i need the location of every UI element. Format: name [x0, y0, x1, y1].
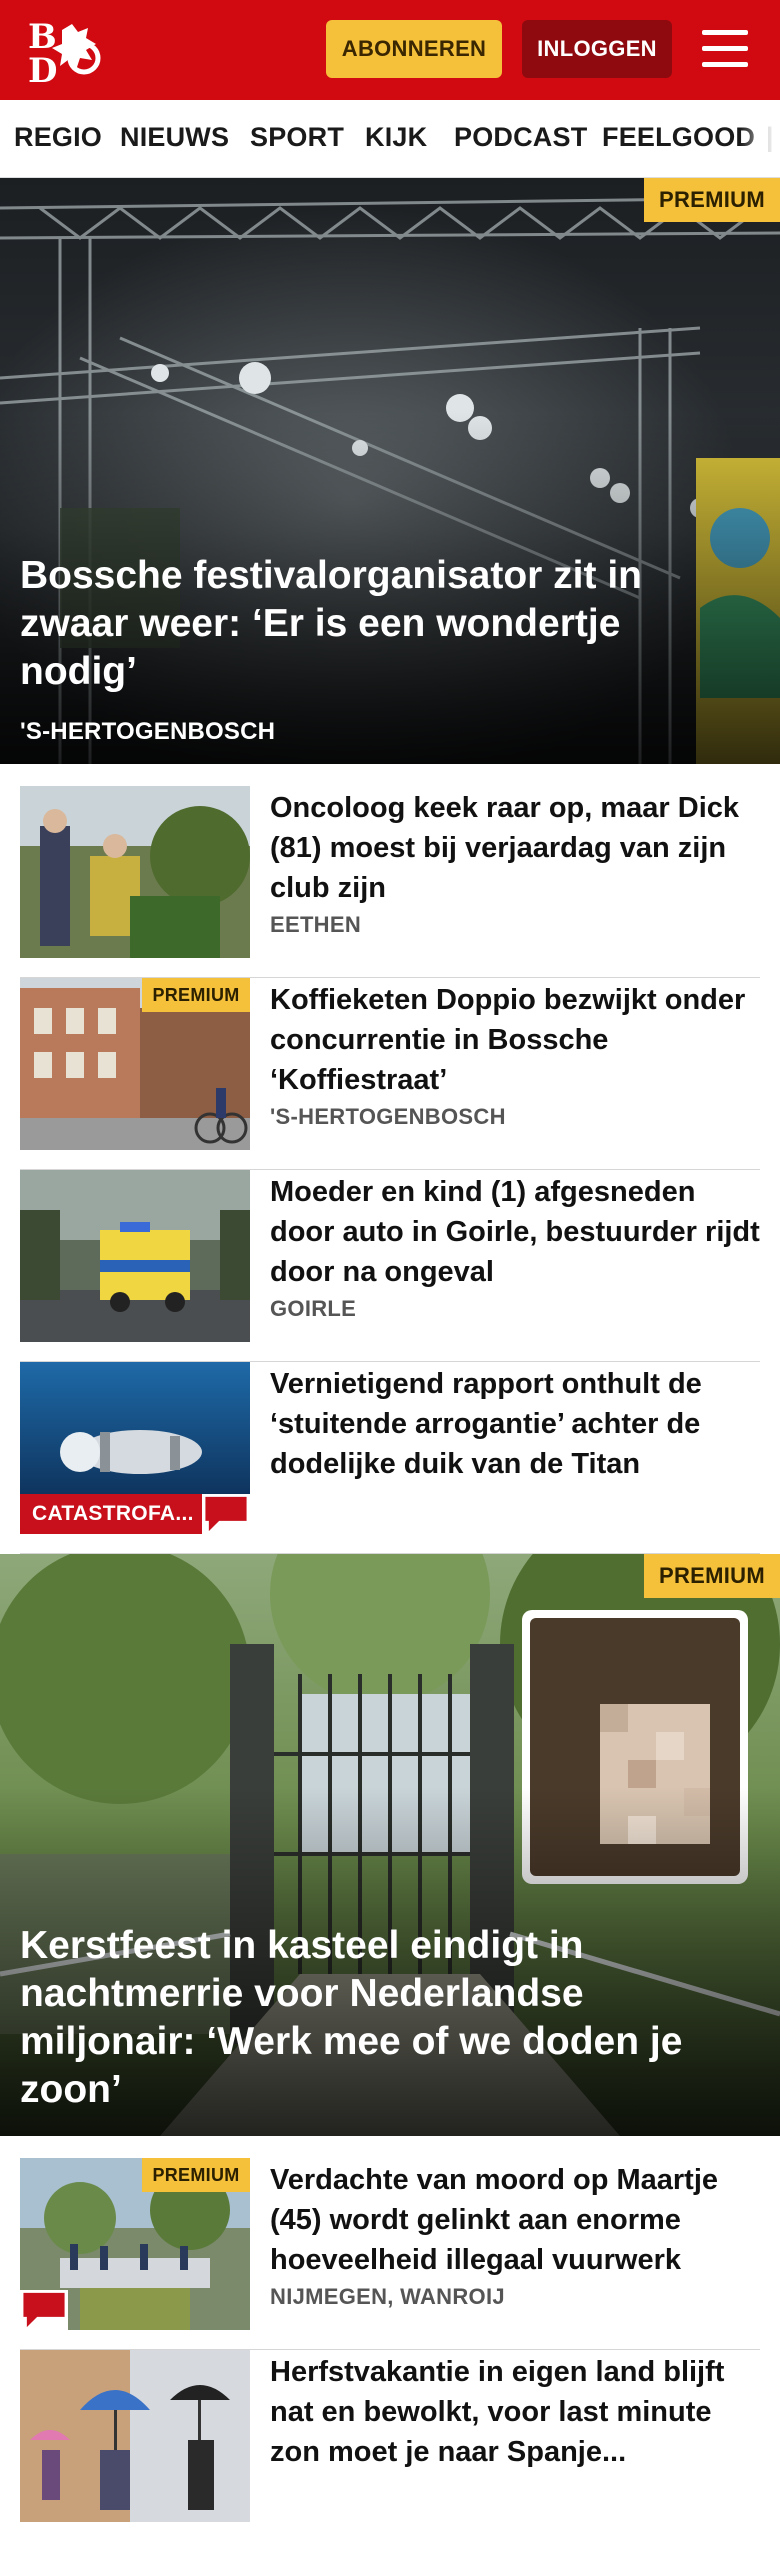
article-item-dick[interactable]: Oncoloog keek raar op, maar Dick (81) mo…	[20, 786, 760, 978]
bd-logo-mark: B D	[28, 18, 101, 84]
article-thumbnail	[20, 786, 250, 958]
article-item-titan[interactable]: CATASTROFA... Vernietigend rapport onthu…	[20, 1362, 760, 1554]
article-thumbnail	[20, 2350, 250, 2522]
hero-title[interactable]: Bossche festivalorganisator zit in zwaar…	[20, 552, 700, 696]
premium-badge: PREMIUM	[644, 1554, 780, 1598]
article-item-goirle[interactable]: Moeder en kind (1) afgesneden door auto …	[20, 1170, 760, 1362]
category-label: CATASTROFA...	[20, 1494, 202, 1534]
article-location: GOIRLE	[270, 1296, 357, 1321]
nav-item-regio[interactable]: REGIO	[14, 122, 102, 153]
nav-scroll-fade	[740, 100, 780, 177]
article-location: NIJMEGEN, WANROIJ	[270, 2284, 505, 2309]
hero-title[interactable]: Kerstfeest in kasteel eindigt in nachtme…	[20, 1922, 740, 2114]
top-header-bar: B D ABONNEREN INLOGGEN	[0, 0, 780, 100]
premium-badge: PREMIUM	[142, 2158, 250, 2192]
article-thumbnail: PREMIUM	[20, 978, 250, 1150]
hero-article-kasteel[interactable]: PREMIUM Kerstfeest in kasteel eindigt in…	[0, 1554, 780, 2136]
hero-article-festival[interactable]: PREMIUM Bossche festivalorganisator zit …	[0, 178, 780, 764]
nav-item-sport[interactable]: SPORT	[250, 122, 344, 153]
article-title[interactable]: Koffieketen Doppio bezwijkt onder concur…	[270, 980, 760, 1100]
section-navigation: REGIO NIEUWS SPORT KIJK PODCAST FEELGOOD…	[0, 100, 780, 178]
subscribe-button[interactable]: ABONNEREN	[326, 20, 502, 78]
article-title[interactable]: Verdachte van moord op Maartje (45) word…	[270, 2160, 760, 2280]
article-thumbnail	[20, 1170, 250, 1342]
article-title[interactable]: Herfstvakantie in eigen land blijft nat …	[270, 2352, 760, 2472]
bd-logo[interactable]: B D	[28, 18, 114, 84]
comment-icon[interactable]	[202, 1494, 250, 1534]
nav-item-nieuws[interactable]: NIEUWS	[120, 122, 229, 153]
article-title[interactable]: Oncoloog keek raar op, maar Dick (81) mo…	[270, 788, 760, 908]
article-thumbnail: PREMIUM	[20, 2158, 250, 2330]
article-title[interactable]: Moeder en kind (1) afgesneden door auto …	[270, 1172, 760, 1292]
nav-item-podcast[interactable]: PODCAST	[454, 122, 587, 153]
article-title[interactable]: Vernietigend rapport onthult de ‘stuiten…	[270, 1364, 760, 1484]
hamburger-menu-icon[interactable]	[698, 24, 752, 76]
article-thumbnail: CATASTROFA...	[20, 1362, 250, 1534]
comment-icon[interactable]	[20, 2290, 68, 2330]
login-button[interactable]: INLOGGEN	[522, 20, 672, 78]
premium-badge: PREMIUM	[142, 978, 250, 1012]
article-item-maartje[interactable]: PREMIUM Verdachte van moord op Maartje (…	[20, 2158, 760, 2350]
nav-item-feelgood[interactable]: FEELGOOD	[602, 122, 755, 153]
article-location: EETHEN	[270, 912, 362, 937]
svg-text:D: D	[28, 51, 57, 84]
article-location: 'S-HERTOGENBOSCH	[270, 1104, 506, 1129]
hero-location: 'S-HERTOGENBOSCH	[20, 718, 276, 745]
premium-badge: PREMIUM	[644, 178, 780, 222]
article-item-herfstvakantie[interactable]: Herfstvakantie in eigen land blijft nat …	[20, 2350, 760, 2542]
article-item-doppio[interactable]: PREMIUM Koffieketen Doppio bezwijkt onde…	[20, 978, 760, 1170]
nav-item-kijk[interactable]: KIJK	[365, 122, 427, 153]
